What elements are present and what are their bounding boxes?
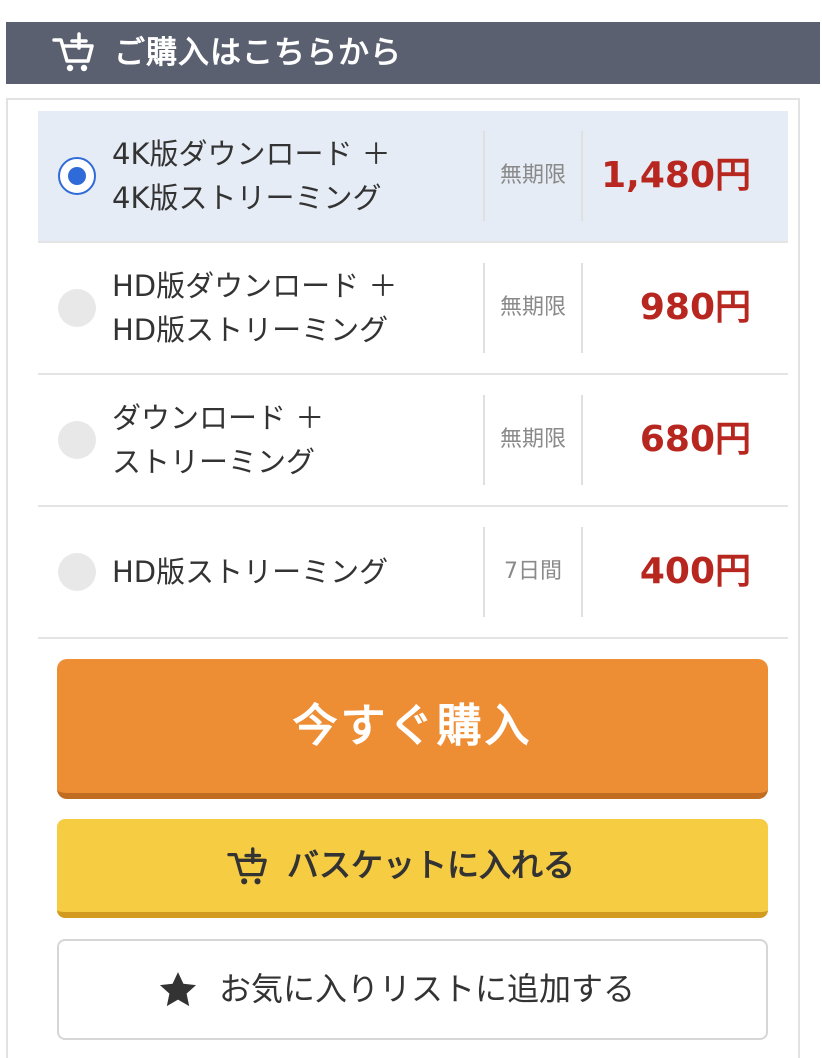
- purchase-options: 4K版ダウンロード ＋ 4K版ストリーミング 無期限 1,480円 HD版ダウン…: [38, 111, 788, 639]
- option-period: 7日間: [504, 559, 562, 584]
- option-period: 無期限: [499, 427, 566, 452]
- option-price: 1,480円: [601, 155, 751, 196]
- star-icon: [159, 972, 197, 1007]
- radio-button[interactable]: [58, 157, 96, 195]
- option-hd-streaming[interactable]: HD版ストリーミング 7日間 400円: [38, 507, 788, 639]
- option-label: 4K版ダウンロード ＋ 4K版ストリーミング: [112, 137, 391, 215]
- option-label: HD版ストリーミング: [112, 555, 389, 589]
- option-period: 無期限: [499, 163, 566, 188]
- option-hd-download-streaming[interactable]: HD版ダウンロード ＋ HD版ストリーミング 無期限 980円: [38, 243, 788, 375]
- purchase-header: ご購入はこちらから: [6, 22, 820, 84]
- add-to-basket-button[interactable]: バスケットに入れる: [57, 819, 768, 918]
- buy-now-button[interactable]: 今すぐ購入: [57, 659, 768, 799]
- radio-button[interactable]: [58, 289, 96, 327]
- option-period: 無期限: [499, 295, 566, 320]
- cart-add-icon: [227, 847, 267, 885]
- add-to-favorites-button[interactable]: お気に入りリストに追加する: [57, 939, 768, 1040]
- option-4k-download-streaming[interactable]: 4K版ダウンロード ＋ 4K版ストリーミング 無期限 1,480円: [38, 111, 788, 243]
- option-price: 680円: [639, 419, 751, 460]
- radio-button[interactable]: [58, 553, 96, 591]
- option-download-streaming[interactable]: ダウンロード ＋ ストリーミング 無期限 680円: [38, 375, 788, 507]
- add-to-basket-label: バスケットに入れる: [287, 846, 576, 884]
- option-price: 980円: [639, 287, 751, 328]
- option-price: 400円: [639, 551, 751, 592]
- cart-add-icon: [52, 32, 94, 72]
- option-label: ダウンロード ＋ ストリーミング: [112, 401, 325, 479]
- radio-button[interactable]: [58, 421, 96, 459]
- add-to-favorites-label: お気に入りリストに追加する: [219, 970, 636, 1008]
- header-title: ご購入はこちらから: [114, 35, 402, 71]
- option-label: HD版ダウンロード ＋ HD版ストリーミング: [112, 269, 398, 347]
